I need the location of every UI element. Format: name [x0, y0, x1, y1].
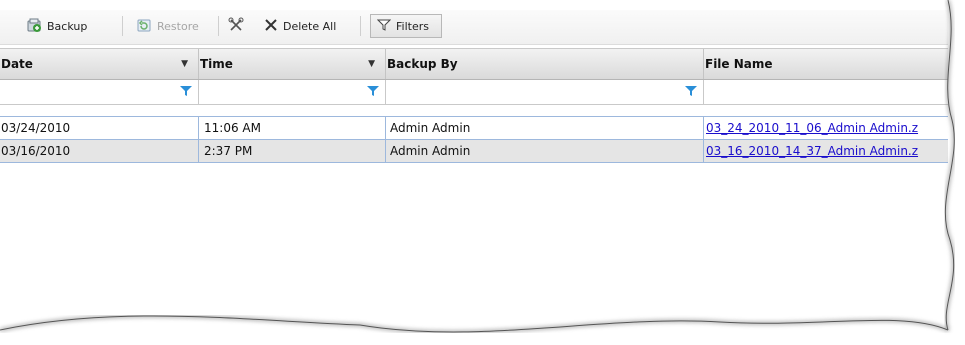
filter-icon — [376, 18, 392, 35]
backup-panel: Backup Restore Delete All Filters Date ▼… — [0, 4, 948, 334]
toolbar-divider — [218, 16, 219, 36]
filter-icon[interactable] — [685, 85, 697, 100]
file-link[interactable]: 03_24_2010_11_06_Admin Admin.z — [706, 121, 918, 135]
scissors-icon — [228, 17, 244, 36]
cell-file-name: 03_16_2010_14_37_Admin Admin.z — [704, 140, 948, 162]
column-header-time[interactable]: Time ▼ — [199, 49, 386, 79]
column-header-label: File Name — [705, 57, 773, 71]
toolbar: Backup Restore Delete All Filters — [0, 10, 948, 45]
cell-date: 03/24/2010 — [0, 117, 199, 139]
restore-button[interactable]: Restore — [130, 14, 205, 38]
filter-icon[interactable] — [367, 85, 379, 100]
filter-icon[interactable] — [180, 85, 192, 100]
cell-time: 11:06 AM — [199, 117, 386, 139]
filters-label: Filters — [396, 19, 429, 33]
filter-cell-date[interactable] — [0, 80, 199, 104]
column-header-date[interactable]: Date ▼ — [0, 49, 199, 79]
delete-all-label: Delete All — [283, 19, 337, 33]
cut-button[interactable] — [224, 14, 248, 38]
table-row[interactable]: 03/24/2010 11:06 AM Admin Admin 03_24_20… — [0, 117, 948, 140]
backup-window: Backup Restore Delete All Filters Date ▼… — [0, 0, 965, 345]
chevron-down-icon[interactable]: ▼ — [181, 49, 188, 79]
cell-file-name: 03_24_2010_11_06_Admin Admin.z — [704, 117, 948, 139]
cell-backup-by: Admin Admin — [386, 140, 704, 162]
column-header-backup-by[interactable]: Backup By — [386, 49, 704, 79]
delete-icon — [264, 18, 278, 35]
chevron-down-icon[interactable]: ▼ — [368, 49, 375, 79]
column-header-label: Time — [200, 57, 233, 71]
column-header-label: Date — [1, 57, 33, 71]
toolbar-divider — [122, 16, 123, 36]
cell-backup-by: Admin Admin — [386, 117, 704, 139]
backup-label: Backup — [47, 19, 88, 33]
filters-button[interactable]: Filters — [370, 14, 442, 38]
cell-date: 03/16/2010 — [0, 140, 199, 162]
grid-header: Date ▼ Time ▼ Backup By File Name — [0, 48, 948, 80]
file-link[interactable]: 03_16_2010_14_37_Admin Admin.z — [706, 144, 918, 158]
toolbar-divider — [360, 16, 361, 36]
restore-label: Restore — [157, 19, 199, 33]
column-header-label: Backup By — [387, 57, 458, 71]
backup-button[interactable]: Backup — [20, 14, 93, 38]
column-header-file-name[interactable]: File Name — [704, 49, 948, 79]
filter-cell-time[interactable] — [199, 80, 386, 104]
filter-cell-file-name[interactable] — [704, 80, 948, 104]
table-row[interactable]: 03/16/2010 2:37 PM Admin Admin 03_16_201… — [0, 140, 948, 163]
filter-row — [0, 80, 948, 105]
restore-icon — [136, 17, 152, 36]
delete-all-button[interactable]: Delete All — [258, 14, 342, 38]
cell-time: 2:37 PM — [199, 140, 386, 162]
backup-icon — [26, 17, 42, 36]
filter-cell-backup-by[interactable] — [386, 80, 704, 104]
